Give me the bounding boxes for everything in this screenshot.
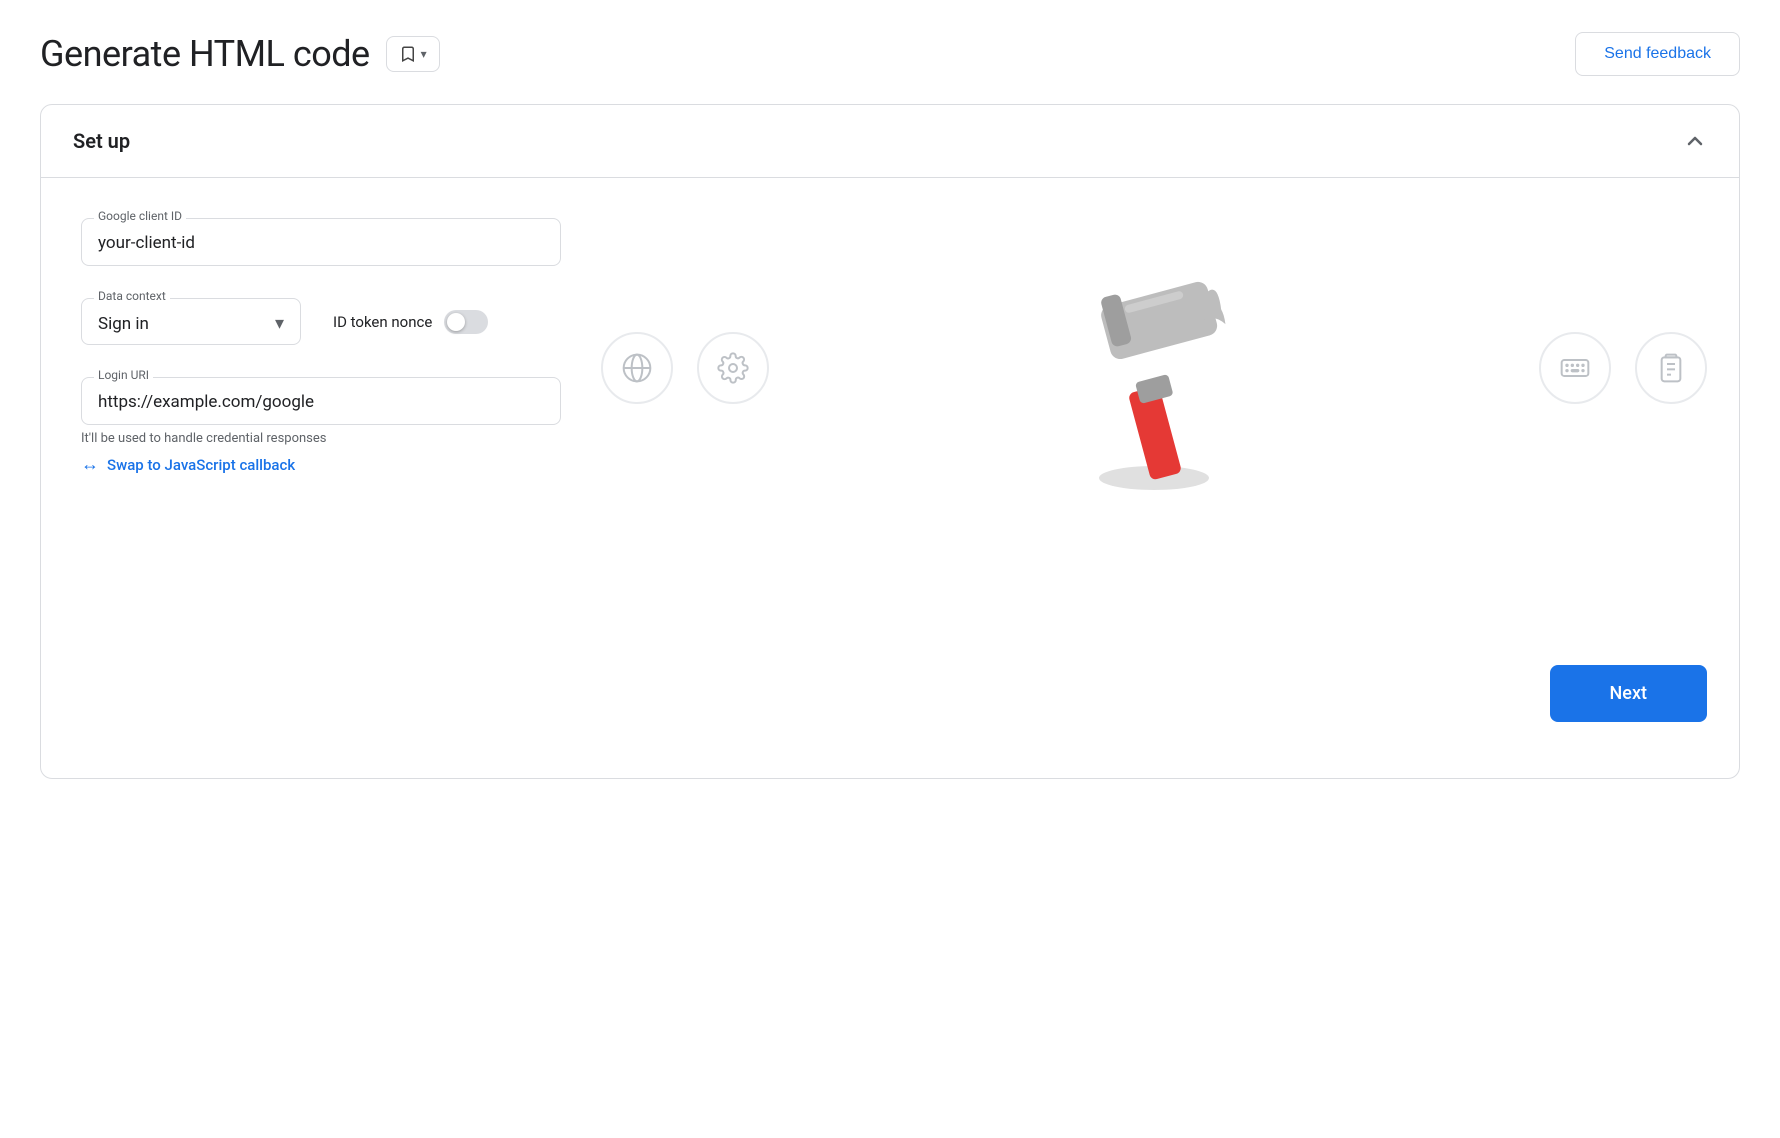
icon-circles-row: [601, 238, 1707, 498]
form-column: Google client ID Data context Sign in ▾ …: [81, 218, 561, 738]
token-nonce-row: ID token nonce: [333, 310, 488, 334]
data-context-row: Data context Sign in ▾ ID token nonce: [81, 298, 561, 345]
send-feedback-button[interactable]: Send feedback: [1575, 32, 1740, 76]
login-uri-group: Login URI It'll be used to handle creden…: [81, 377, 561, 475]
bookmark-icon: [399, 45, 417, 63]
card-header: Set up: [41, 105, 1739, 178]
page-title: Generate HTML code: [40, 33, 370, 75]
clipboard-circle-icon: [1635, 332, 1707, 404]
client-id-input[interactable]: [98, 227, 544, 255]
client-id-field: Google client ID: [81, 218, 561, 266]
setup-card: Set up Google client ID Data context Sig…: [40, 104, 1740, 779]
bookmark-button[interactable]: ▾: [386, 36, 440, 72]
login-uri-helper: It'll be used to handle credential respo…: [81, 431, 561, 446]
globe-circle-icon: [601, 332, 673, 404]
swap-icon: ↔: [81, 454, 99, 475]
page-header: Generate HTML code ▾ Send feedback: [40, 32, 1740, 76]
gear-icon: [717, 352, 749, 384]
keyboard-circle-icon: [1539, 332, 1611, 404]
swap-link-text: Swap to JavaScript callback: [107, 456, 295, 474]
toggle-thumb: [447, 313, 465, 331]
token-nonce-toggle[interactable]: [444, 310, 488, 334]
swap-callback-link[interactable]: ↔ Swap to JavaScript callback: [81, 454, 561, 475]
data-context-select[interactable]: Data context Sign in ▾: [81, 298, 301, 345]
hammer-svg: [1054, 238, 1254, 498]
card-body: Google client ID Data context Sign in ▾ …: [41, 178, 1739, 778]
card-section-title: Set up: [73, 129, 130, 153]
client-id-label: Google client ID: [94, 209, 186, 223]
login-uri-input[interactable]: [98, 386, 544, 414]
title-area: Generate HTML code ▾: [40, 33, 440, 75]
chevron-up-icon: [1683, 129, 1707, 153]
login-uri-label: Login URI: [94, 368, 153, 382]
hammer-illustration: [1054, 238, 1254, 498]
keyboard-icon: [1559, 352, 1591, 384]
globe-icon: [621, 352, 653, 384]
token-nonce-label: ID token nonce: [333, 313, 432, 331]
bottom-row: Next: [601, 633, 1707, 722]
data-context-label: Data context: [94, 289, 170, 303]
settings-circle-icon: [697, 332, 769, 404]
next-button[interactable]: Next: [1550, 665, 1707, 722]
login-uri-field: Login URI: [81, 377, 561, 425]
clipboard-icon: [1655, 352, 1687, 384]
select-row: Sign in ▾: [98, 313, 284, 334]
collapse-button[interactable]: [1683, 129, 1707, 153]
illustration-column: Next: [601, 218, 1707, 738]
data-context-value: Sign in: [98, 314, 149, 334]
bookmark-dropdown-arrow: ▾: [421, 47, 427, 61]
select-arrow-icon: ▾: [275, 313, 284, 334]
